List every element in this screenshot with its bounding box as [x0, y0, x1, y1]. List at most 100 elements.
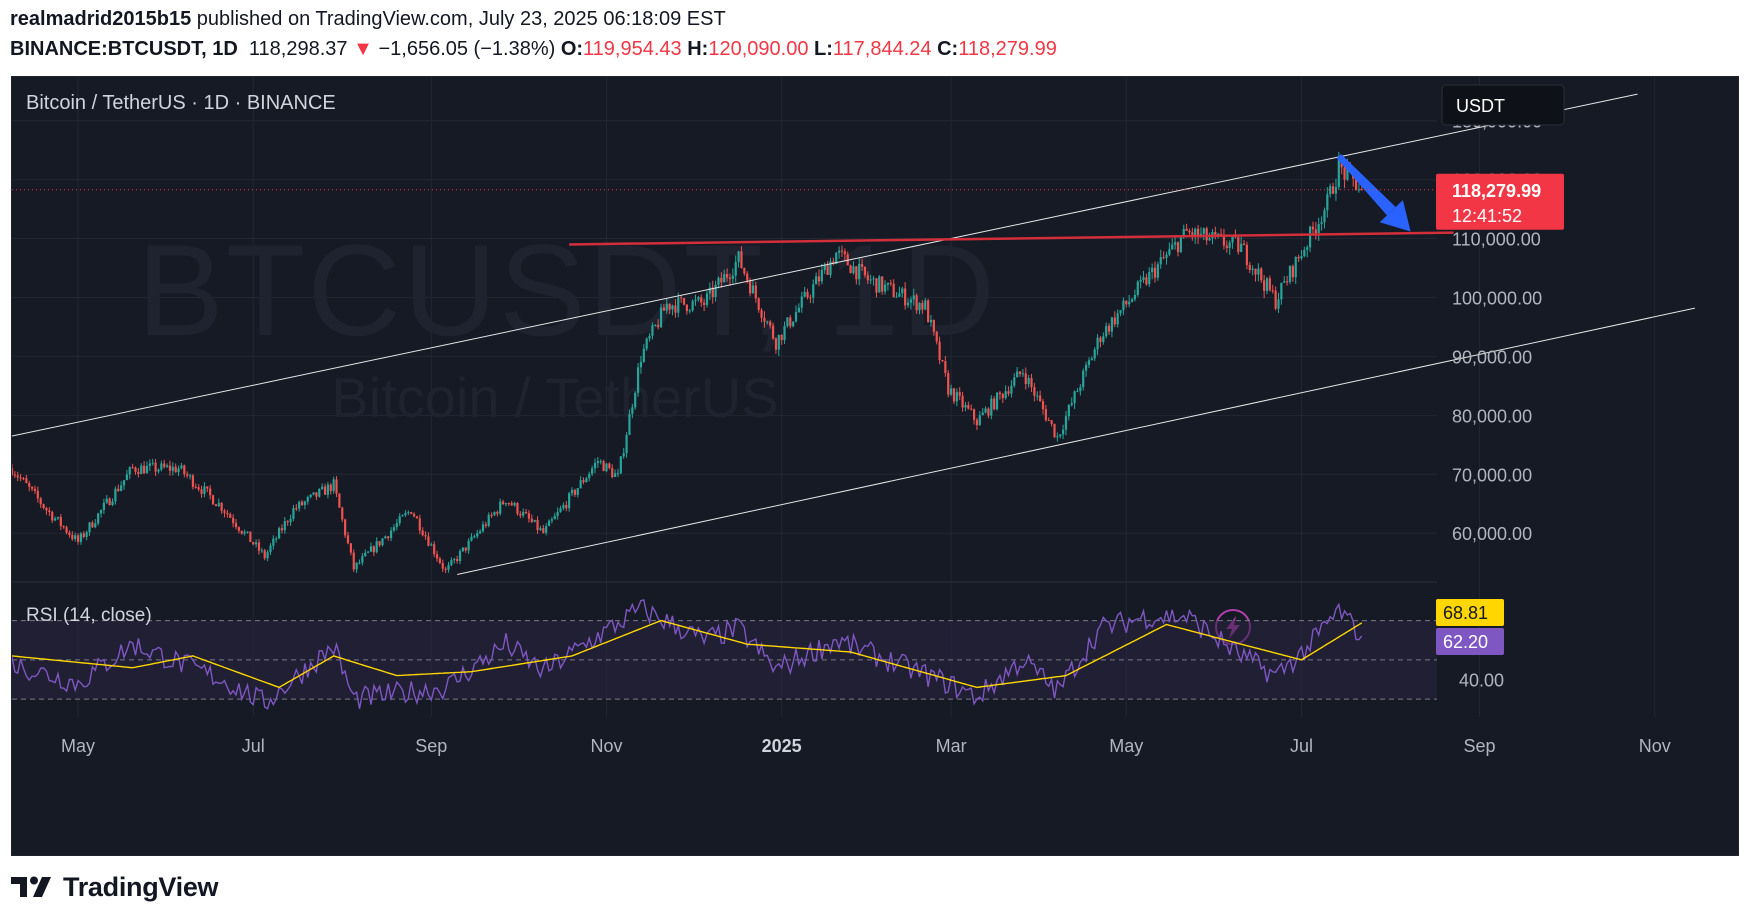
- candle-body: [964, 405, 967, 408]
- candle-body: [760, 309, 763, 318]
- candle-body: [1039, 395, 1042, 402]
- rsi-y-tick-label: 40.00: [1459, 671, 1504, 691]
- candle-body: [751, 285, 755, 294]
- candle-body: [332, 479, 335, 492]
- candle-body: [476, 533, 479, 537]
- candle-body: [1107, 325, 1111, 332]
- candle-body: [1268, 278, 1271, 291]
- candle-body: [435, 554, 439, 559]
- low-label: L:: [814, 38, 833, 60]
- chart-frame[interactable]: BTCUSDT, 1D Bitcoin / TetherUS Bitcoin / T…: [11, 76, 1739, 856]
- candle-body: [1311, 226, 1315, 230]
- candle-body: [1156, 264, 1159, 278]
- rsi-badge-value: 62.20: [1443, 632, 1488, 652]
- candle-body: [714, 284, 717, 297]
- candle-body: [553, 515, 556, 520]
- candle-body: [602, 461, 605, 472]
- candle-body: [645, 338, 648, 349]
- candle-body: [1188, 230, 1191, 233]
- candle-body: [1016, 371, 1019, 378]
- author-name[interactable]: realmadrid2015b15: [10, 8, 191, 30]
- candle-body: [972, 409, 976, 420]
- candle-body: [62, 526, 65, 528]
- candle-body: [849, 265, 852, 274]
- candle-body: [125, 474, 128, 481]
- candle-body: [263, 550, 266, 559]
- candle-body: [815, 276, 818, 285]
- candle-body: [613, 473, 617, 477]
- candle-body: [1314, 229, 1317, 234]
- candle-body: [728, 277, 732, 279]
- candle-body: [1214, 232, 1217, 235]
- candle-body: [1139, 279, 1142, 282]
- candle-body: [1303, 249, 1306, 257]
- candle-body: [677, 297, 680, 313]
- candle-body: [1205, 228, 1208, 241]
- candle-body: [1242, 243, 1246, 245]
- candle-body: [826, 265, 829, 275]
- candle-body: [1334, 187, 1338, 194]
- candle-body: [76, 535, 80, 542]
- candle-body: [700, 297, 703, 303]
- candle-body: [746, 273, 749, 281]
- candle-body: [616, 473, 620, 475]
- candle-body: [639, 361, 643, 368]
- candle-body: [915, 295, 918, 311]
- candle-body: [1165, 254, 1168, 258]
- candle-body: [568, 493, 571, 509]
- candle-body: [559, 508, 562, 512]
- candle-body: [872, 278, 875, 280]
- candle-body: [703, 302, 706, 306]
- candle-body: [797, 307, 800, 313]
- candle-body: [346, 535, 350, 544]
- candle-body: [1076, 391, 1079, 393]
- candle-body: [1007, 391, 1010, 394]
- candle-body: [958, 392, 961, 396]
- candle-body: [74, 535, 77, 539]
- candle-body: [283, 521, 286, 531]
- candle-body: [685, 304, 688, 312]
- candle-body: [783, 325, 786, 341]
- candle-body: [1277, 299, 1280, 309]
- candle-body: [1064, 416, 1068, 430]
- candle-body: [56, 516, 60, 519]
- candle-body: [921, 302, 924, 310]
- candle-body: [1036, 395, 1039, 397]
- chart-canvas[interactable]: BTCUSDT, 1DBitcoin / TetherUS Bitcoin / T…: [12, 77, 1738, 855]
- candle-body: [65, 527, 68, 533]
- candle-body: [1231, 236, 1234, 243]
- candle-body: [1073, 391, 1076, 404]
- candle-body: [1326, 194, 1329, 211]
- candle-body: [542, 528, 545, 533]
- candle-body: [1240, 243, 1243, 253]
- candle-body: [1174, 242, 1177, 245]
- candle-body: [625, 434, 628, 454]
- candle-body: [659, 307, 663, 328]
- candle-body: [634, 392, 637, 408]
- candle-body: [303, 501, 307, 506]
- tradingview-logo[interactable]: TradingView: [11, 872, 219, 902]
- candle-body: [519, 513, 522, 516]
- candle-body: [734, 261, 737, 276]
- candle-body: [1079, 387, 1082, 392]
- candle-body: [1056, 436, 1059, 438]
- candle-body: [48, 510, 51, 512]
- candle-body: [289, 518, 292, 523]
- symbol-label[interactable]: BINANCE:BTCUSDT, 1D: [10, 38, 238, 60]
- candle-body: [1202, 228, 1205, 234]
- candle-body: [1343, 167, 1346, 180]
- candle-body: [860, 263, 864, 267]
- candle-body: [16, 475, 19, 478]
- candle-body: [1084, 364, 1088, 371]
- candle-body: [1291, 266, 1294, 278]
- candle-body: [36, 490, 39, 499]
- y-tick-label: 70,000.00: [1452, 465, 1532, 485]
- candle-body: [912, 295, 915, 300]
- candle-body: [740, 251, 743, 269]
- candle-body: [1171, 244, 1174, 250]
- published-text: published on TradingView.com, July 23, 2…: [196, 8, 726, 30]
- candle-body: [467, 540, 470, 551]
- candle-body: [1297, 256, 1300, 259]
- candle-body: [134, 467, 137, 472]
- candle-body: [372, 546, 375, 553]
